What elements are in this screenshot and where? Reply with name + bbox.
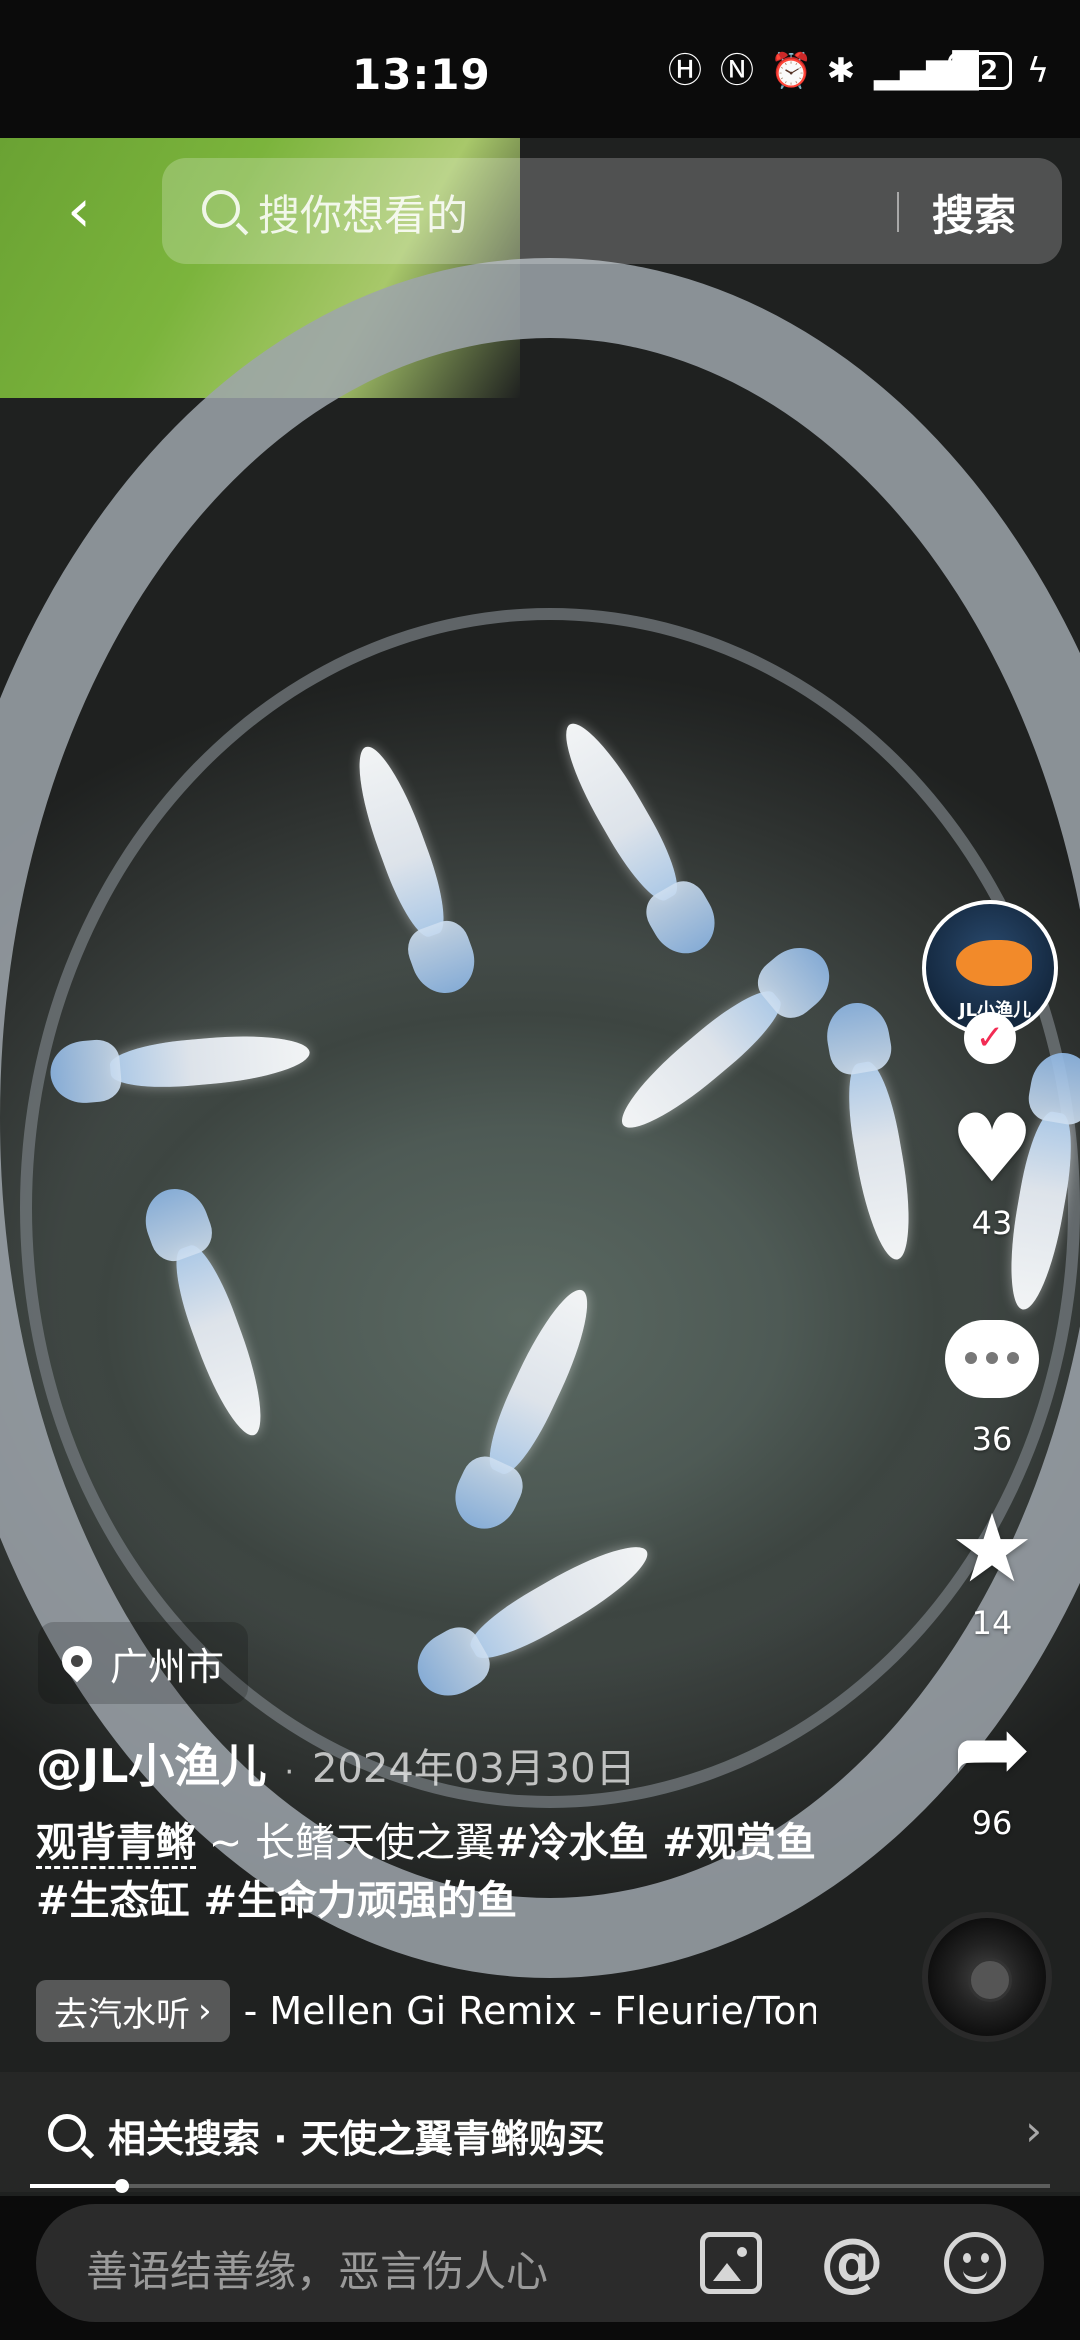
comment-icon (945, 1320, 1039, 1398)
follow-check-icon[interactable]: ✓ (964, 1012, 1016, 1064)
related-search-bar[interactable]: 相关搜索 · 天使之翼青鳉购买 › (0, 2072, 1080, 2192)
description-text: ~ 长鳍天使之翼 (196, 1820, 495, 1866)
heart-icon: ♥ (949, 1095, 1035, 1204)
favorite-button[interactable]: ★ 14 (922, 1495, 1062, 1643)
search-divider (897, 192, 899, 232)
progress-fill (30, 2184, 122, 2188)
music-chip-label: 去汽水听 (54, 1994, 190, 2035)
progress-handle[interactable] (114, 2179, 129, 2193)
star-icon: ★ (949, 1495, 1035, 1604)
comment-placeholder: 善语结善缘，恶言伤人心 (86, 2247, 549, 2296)
listen-in-qishui-button[interactable]: 去汽水听 › (36, 1980, 230, 2042)
share-arrow-icon: ➦ (952, 1695, 1032, 1804)
nfc-icon: Ⓝ (720, 51, 754, 91)
post-description: 观背青鳉 ~ 长鳍天使之翼#冷水鱼 #观赏鱼 #生态缸 #生命力顽强的鱼 (36, 1814, 836, 1930)
search-button[interactable]: 搜索 (932, 182, 1016, 243)
comment-input[interactable]: 善语结善缘，恶言伤人心 @ (36, 2204, 1044, 2322)
author-name[interactable]: @JL小渔儿 (36, 1730, 266, 1796)
chevron-right-icon: › (1025, 2106, 1042, 2155)
comment-bar: 善语结善缘，恶言伤人心 @ (0, 2196, 1080, 2340)
location-tag[interactable]: 广州市 (38, 1622, 249, 1704)
status-icons: Ⓗ Ⓝ ⏰ ✱ ▂▄▆█ 92 ϟ (666, 52, 1050, 90)
separator-dot: · (284, 1755, 294, 1790)
alarm-icon: ⏰ (770, 51, 813, 91)
status-bar: 13:19 Ⓗ Ⓝ ⏰ ✱ ▂▄▆█ 92 ϟ (0, 0, 1080, 138)
search-bar[interactable]: 搜你想看的 搜索 (162, 158, 1062, 264)
emoji-icon[interactable] (944, 2232, 1006, 2294)
back-button[interactable]: ‹ (44, 176, 114, 246)
hd-icon: Ⓗ (668, 51, 702, 91)
location-text: 广州市 (110, 1644, 225, 1689)
share-count: 96 (971, 1804, 1013, 1842)
post-date: 2024年03月30日 (311, 1746, 636, 1792)
video-progress-bar[interactable] (30, 2179, 1050, 2193)
bluetooth-icon: ✱ (826, 51, 856, 91)
battery-indicator: 92 (948, 52, 1012, 90)
search-placeholder: 搜你想看的 (258, 191, 469, 240)
search-icon (48, 2114, 86, 2152)
goldfish-logo-icon (956, 940, 1032, 986)
status-time: 13:19 (352, 50, 491, 99)
signal-icon: ▂▄▆█ (874, 51, 979, 91)
related-search-text: 相关搜索 · 天使之翼青鳉购买 (108, 2117, 605, 2161)
share-button[interactable]: ➦ 96 (922, 1695, 1062, 1843)
chevron-left-icon: ‹ (67, 176, 91, 246)
charging-icon: ϟ (1026, 51, 1050, 91)
image-icon[interactable] (700, 2232, 762, 2294)
chevron-right-icon: › (198, 1991, 212, 2031)
like-button[interactable]: ♥ 43 (922, 1095, 1062, 1243)
music-row: 去汽水听 › - Mellen Gi Remix - Fleurie/Tom (36, 1980, 816, 2042)
comment-button[interactable]: 36 (922, 1310, 1062, 1458)
favorite-count: 14 (971, 1604, 1013, 1642)
description-link[interactable]: 观背青鳉 (36, 1820, 196, 1869)
search-icon (202, 190, 240, 228)
comment-count: 36 (971, 1420, 1013, 1458)
music-title[interactable]: - Mellen Gi Remix - Fleurie/Tom (244, 1989, 816, 2033)
music-disc-icon[interactable] (922, 1912, 1052, 2042)
like-count: 43 (971, 1204, 1013, 1242)
at-mention-icon[interactable]: @ (820, 2231, 884, 2295)
top-bar: ‹ 搜你想看的 搜索 (0, 138, 1080, 278)
location-pin-icon (60, 1646, 94, 1680)
author-row: @JL小渔儿 · 2024年03月30日 (36, 1730, 636, 1796)
